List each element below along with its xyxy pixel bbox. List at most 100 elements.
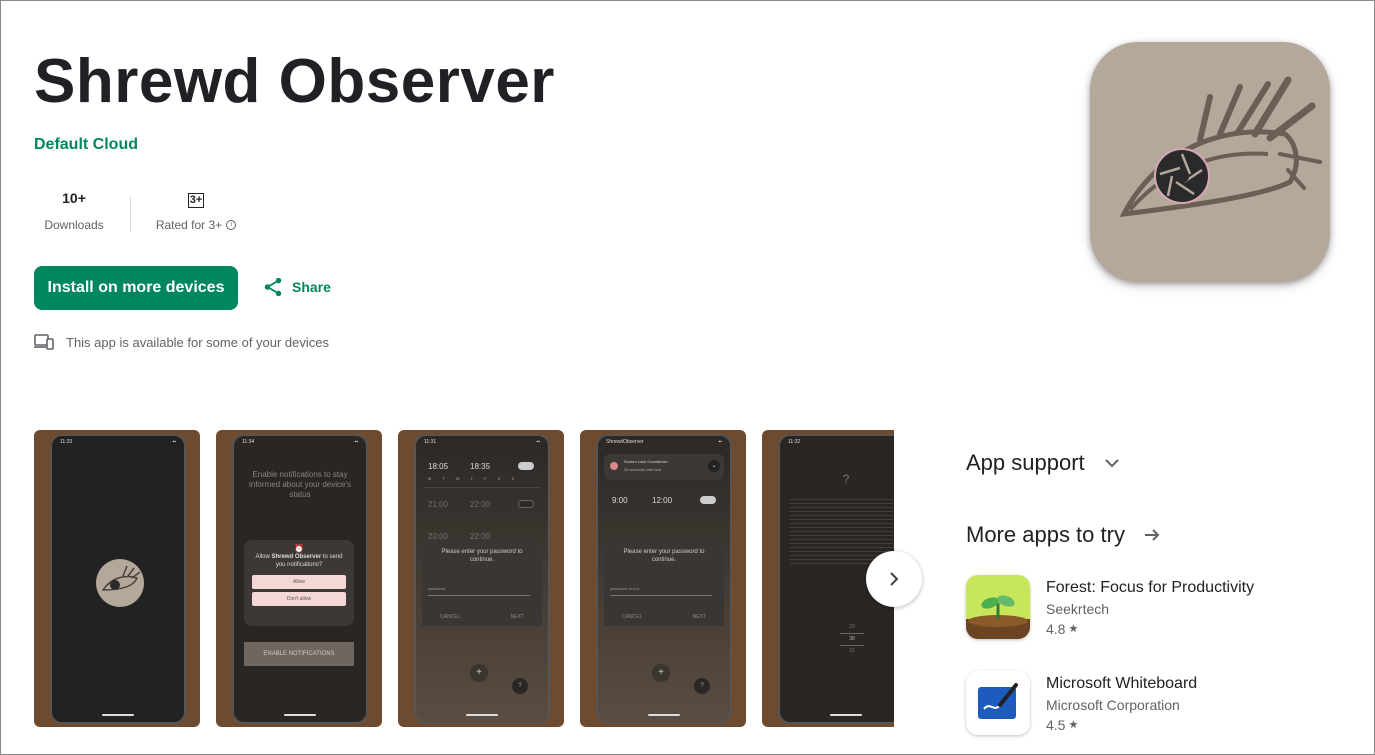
status-bar: 11:34 ▪▪ [234, 436, 366, 448]
picker-value-selected: 30 [840, 633, 864, 646]
content-rating-label: Rated for 3+ [155, 218, 223, 232]
add-fab[interactable]: + [470, 664, 488, 682]
more-apps-link[interactable]: More apps to try [966, 522, 1161, 548]
start-time: 21:00 [428, 500, 449, 509]
app-developer: Seekrtech [1046, 601, 1110, 617]
app-icon [1090, 42, 1330, 282]
permission-dialog: ⏰ Allow Shrewd Observer to send you noti… [244, 540, 354, 626]
bell-icon: ⏰ [294, 544, 304, 553]
content-rating-stat[interactable]: 3+ Rated for 3+ i [151, 190, 241, 232]
downloads-label: Downloads [44, 218, 104, 232]
next-button[interactable]: NEXT [511, 614, 524, 620]
status-bar: ShrewdObserver ▪▪ [598, 436, 730, 448]
screenshot-carousel[interactable]: 11:33 ▪▪ 11:34 ▪▪ Enable notifications to … [34, 430, 894, 727]
app-support-heading: App support [966, 450, 1085, 475]
phone-frame: 11:34 ▪▪ Enable notifications to stay inf… [232, 434, 368, 724]
status-time: 11:34 [242, 439, 255, 445]
help-mark: ? [842, 472, 850, 486]
enable-notifications-button[interactable]: ENABLE NOTIFICATIONS [244, 642, 354, 666]
screenshot-2[interactable]: 11:34 ▪▪ Enable notifications to stay inf… [216, 430, 382, 727]
picker-value-previous: 29 [849, 624, 855, 630]
schedule-toggle[interactable] [700, 496, 716, 504]
eye-logo-icon [1119, 76, 1322, 218]
password-value: •••••••• [628, 586, 640, 591]
app-developer: Microsoft Corporation [1046, 697, 1180, 713]
dialog-text-start: Allow [255, 554, 272, 560]
status-app-name: ShrewdObserver [606, 439, 644, 445]
home-indicator [466, 714, 498, 716]
end-time: 18:35 [470, 462, 491, 471]
status-bar: 11:32▪▪ [780, 436, 894, 448]
expand-icon[interactable]: ⌄ [708, 460, 720, 472]
help-fab[interactable]: ? [694, 678, 710, 694]
availability-text: This app is available for some of your d… [66, 334, 330, 350]
share-button[interactable]: Share [262, 276, 331, 298]
chevron-down-icon [1104, 459, 1119, 468]
password-field[interactable]: password [428, 586, 530, 596]
schedule-row: 20:00 22:00 [424, 530, 540, 542]
password-field[interactable]: password •••••••• [610, 586, 712, 596]
schedule-row: 21:00 22:00 [424, 494, 540, 522]
info-icon[interactable]: i [226, 220, 237, 230]
cancel-button[interactable]: CANCEL [440, 614, 460, 620]
end-time: 12:00 [652, 496, 673, 505]
share-icon [264, 277, 282, 297]
downloads-value: 10+ [62, 190, 86, 206]
rating-value: 4.5 [1046, 717, 1066, 733]
whiteboard-app-icon [966, 671, 1030, 735]
screenshot-4[interactable]: ShrewdObserver ▪▪ Screen Lock Countdown 2… [580, 430, 746, 727]
phone-frame: 11:31 ▪▪ 18:05 18:35 M T W T F S S 21:00 … [414, 434, 550, 724]
carousel-next-button[interactable] [866, 551, 922, 607]
chevron-right-icon [890, 572, 899, 586]
app-rating: 4.8 ★ [1046, 619, 1254, 639]
availability-note: This app is available for some of your d… [34, 334, 329, 350]
screenshot-1[interactable]: 11:33 ▪▪ [34, 430, 200, 727]
status-icons: ▪▪ [536, 439, 540, 445]
cancel-button[interactable]: CANCEL [622, 614, 642, 620]
more-apps-heading: More apps to try [966, 522, 1125, 547]
screenshot-3[interactable]: 11:31 ▪▪ 18:05 18:35 M T W T F S S 21:00 … [398, 430, 564, 727]
dialog-app-name: Shrewd Observer [271, 554, 322, 560]
rating-value: 4.8 [1046, 621, 1066, 637]
app-stats: 10+ Downloads 3+ Rated for 3+ i [34, 190, 241, 232]
home-indicator [648, 714, 680, 716]
end-time: 22:00 [470, 500, 491, 509]
more-app-item[interactable]: Microsoft Whiteboard Microsoft Corporati… [966, 671, 1197, 735]
schedule-row: 18:05 18:35 M T W T F S S [424, 458, 540, 488]
developer-link[interactable]: Default Cloud [34, 136, 138, 154]
share-label: Share [292, 279, 331, 295]
next-button[interactable]: NEXT [693, 614, 706, 620]
add-fab[interactable]: + [652, 664, 670, 682]
end-time: 22:00 [470, 532, 491, 541]
star-icon: ★ [1068, 719, 1079, 731]
content-rating-badge: 3+ [187, 193, 205, 208]
status-icons: ▪▪ [718, 439, 722, 445]
help-fab[interactable]: ? [512, 678, 528, 694]
eye-logo-icon [96, 559, 144, 607]
home-indicator [830, 714, 862, 716]
start-time: 9:00 [612, 496, 628, 505]
notification-body: 26 seconds until lock [624, 467, 662, 472]
app-support-toggle[interactable]: App support [966, 450, 1121, 476]
home-indicator [102, 714, 134, 716]
more-app-item[interactable]: Forest: Focus for Productivity Seekrtech… [966, 575, 1254, 639]
app-title: Shrewd Observer [34, 47, 555, 116]
schedule-toggle[interactable] [518, 462, 534, 470]
day-labels: M T W T F S S [428, 476, 515, 481]
deny-button[interactable]: Don't allow [252, 592, 346, 606]
countdown-notification: Screen Lock Countdown 26 seconds until l… [604, 454, 724, 480]
status-time: 11:33 [60, 439, 73, 445]
phone-frame: 11:33 ▪▪ [50, 434, 186, 724]
install-button[interactable]: Install on more devices [34, 266, 238, 310]
phone-frame: ShrewdObserver ▪▪ Screen Lock Countdown 2… [596, 434, 732, 724]
minute-picker[interactable]: 29 30 31 [840, 622, 864, 657]
password-prompt: Please enter your password to continue. [623, 549, 705, 563]
status-bar: 11:33 ▪▪ [52, 436, 184, 448]
devices-icon [34, 334, 54, 350]
lock-icon [610, 462, 618, 470]
schedule-toggle[interactable] [518, 500, 534, 508]
picker-value-next: 31 [849, 648, 855, 654]
allow-button[interactable]: Allow [252, 575, 346, 589]
status-icons: ▪▪ [172, 439, 176, 445]
schedule-row: 9:00 12:00 [606, 492, 722, 522]
